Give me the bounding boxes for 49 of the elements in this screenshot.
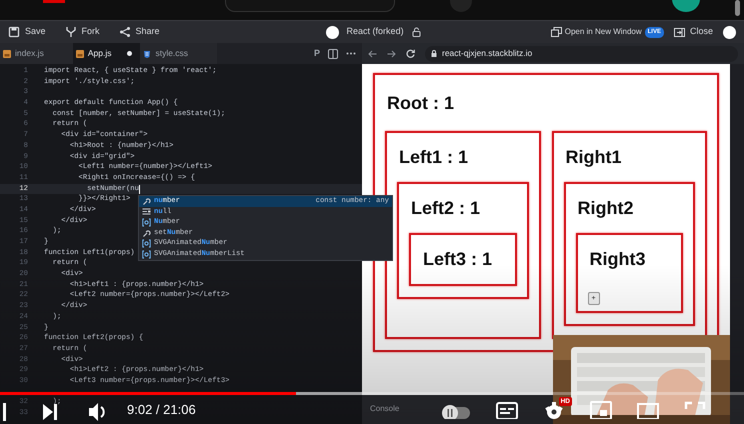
component-heading: Right1: [564, 146, 622, 169]
file-tab[interactable]: style.css: [140, 43, 218, 64]
console-tab[interactable]: Console: [370, 404, 400, 413]
css-file-icon: [143, 50, 152, 58]
file-tab[interactable]: App.js: [72, 43, 140, 64]
format-button[interactable]: P: [314, 46, 320, 60]
file-tab[interactable]: index.js: [0, 43, 73, 64]
js-file-icon: [3, 50, 11, 58]
share-button[interactable]: Share: [118, 25, 160, 39]
avatar: [723, 26, 736, 38]
refresh-icon[interactable]: [406, 49, 415, 58]
lock-icon: [431, 50, 437, 57]
component-heading: Left1 : 1: [398, 146, 470, 169]
component-heading: Right3: [588, 248, 646, 271]
unsaved-dot: [127, 51, 132, 56]
avatar: [326, 26, 339, 38]
windows-icon: [550, 27, 562, 37]
address-bar[interactable]: react-qjxjen.stackblitz.io: [425, 46, 738, 62]
component-heading: Left3 : 1: [422, 248, 494, 271]
variable-icon: [142, 239, 151, 248]
channel-mark: [43, 0, 65, 3]
panel-icon: [674, 28, 685, 36]
subtitles-icon[interactable]: [496, 399, 518, 419]
js-file-icon: [76, 50, 84, 58]
back-icon[interactable]: [368, 50, 377, 58]
text-cursor: [138, 184, 140, 194]
keyword-icon: [142, 207, 151, 216]
close-button[interactable]: Close: [674, 25, 713, 39]
open-window-button[interactable]: Open in New Window: [550, 26, 642, 38]
share-icon: [118, 26, 131, 38]
more-icon[interactable]: [346, 52, 356, 55]
miniplayer-icon[interactable]: [590, 399, 612, 419]
save-button[interactable]: Save: [8, 25, 46, 39]
project-name: React (forked): [346, 25, 404, 38]
wrench-icon: [142, 196, 151, 206]
time-display: 9:02 / 21:06: [127, 401, 196, 419]
wrench-icon: [142, 228, 151, 238]
component-heading: Left2 : 1: [410, 197, 482, 220]
forward-icon[interactable]: [387, 50, 396, 58]
variable-icon: [142, 218, 151, 227]
fork-icon: [64, 26, 77, 38]
save-icon: [8, 26, 20, 38]
lock-icon: [412, 27, 421, 37]
variable-icon: [142, 250, 151, 259]
split-icon[interactable]: [328, 48, 338, 58]
scrollbar-thumb: [735, 0, 740, 16]
fork-button[interactable]: Fork: [64, 25, 100, 39]
component-heading: Root : 1: [386, 92, 455, 115]
component-heading: Right2: [576, 197, 634, 220]
